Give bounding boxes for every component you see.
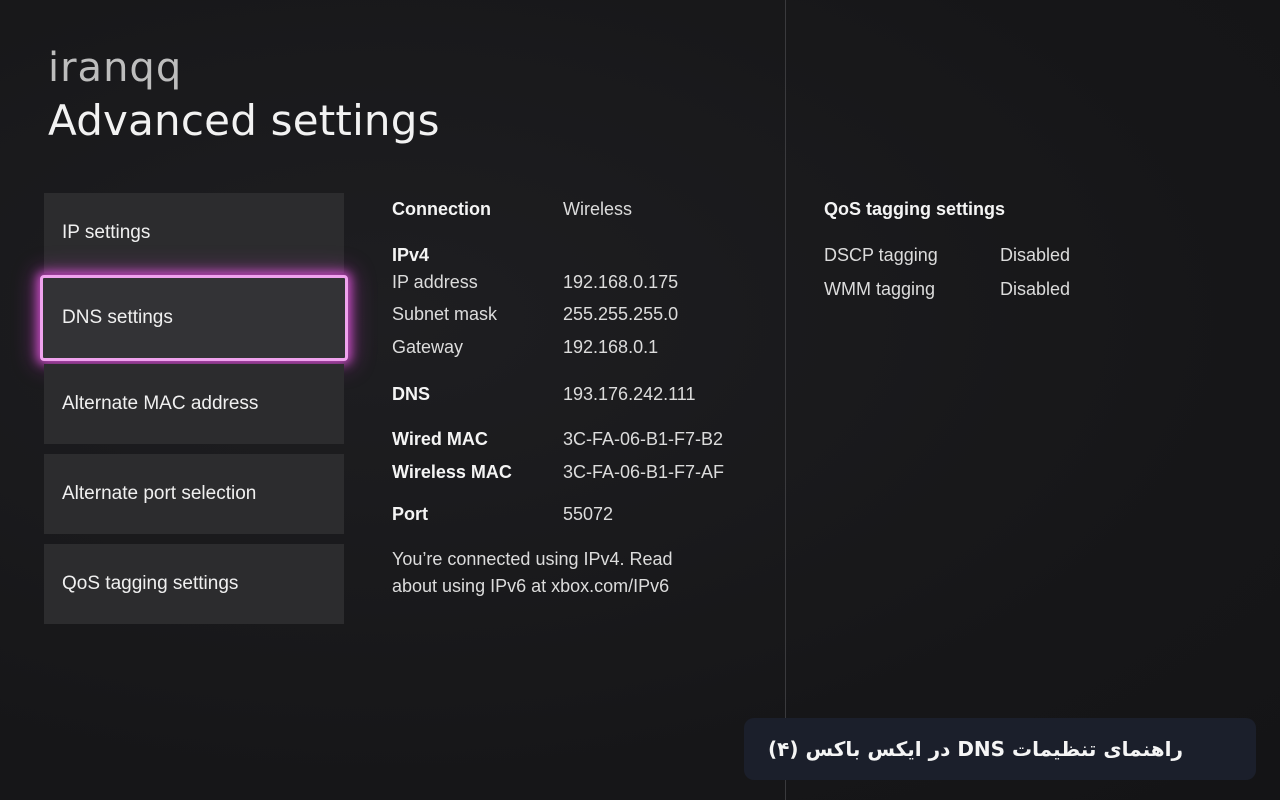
- port-label: Port: [392, 503, 428, 524]
- wired-mac-value: 3C-FA-06-B1-F7-B2: [563, 428, 724, 449]
- dscp-tagging-value: Disabled: [1000, 244, 1071, 265]
- dscp-tagging-row: DSCP tagging Disabled: [824, 242, 1194, 268]
- qos-title-row: QoS tagging settings: [824, 196, 1194, 222]
- wireless-mac-row: Wireless MAC 3C-FA-06-B1-F7-AF: [392, 459, 762, 485]
- ip-address-label: IP address: [392, 271, 478, 292]
- wmm-tagging-row: WMM tagging Disabled: [824, 276, 1194, 302]
- wmm-tagging-label: WMM tagging: [824, 278, 936, 299]
- panel-divider: [785, 0, 786, 800]
- wired-mac-label: Wired MAC: [392, 428, 488, 449]
- menu-item-label: Alternate port selection: [62, 483, 257, 504]
- subnet-mask-value: 255.255.255.0: [563, 303, 679, 324]
- menu-item-label: DNS settings: [62, 307, 173, 328]
- ipv6-info-note: You’re connected using IPv4. Read about …: [392, 546, 722, 600]
- ip-address-value: 192.168.0.175: [563, 271, 679, 292]
- caption-banner: راهنمای تنظیمات DNS در ایکس باکس (۴): [744, 718, 1256, 780]
- wired-mac-row: Wired MAC 3C-FA-06-B1-F7-B2: [392, 426, 762, 452]
- dns-value: 193.176.242.111: [563, 383, 696, 404]
- menu-item-qos-tagging-settings[interactable]: QoS tagging settings: [44, 544, 344, 624]
- menu-item-dns-settings[interactable]: DNS settings: [40, 275, 348, 361]
- dns-label: DNS: [392, 383, 431, 404]
- qos-title: QoS tagging settings: [824, 198, 1006, 219]
- wireless-mac-value: 3C-FA-06-B1-F7-AF: [563, 461, 725, 482]
- menu-item-label: Alternate MAC address: [62, 393, 259, 414]
- dns-row: DNS 193.176.242.111: [392, 381, 762, 407]
- ipv4-heading-row: IPv4: [392, 242, 762, 268]
- menu-item-label: IP settings: [62, 222, 151, 243]
- connection-value: Wireless: [563, 198, 633, 219]
- menu-item-alternate-mac-address[interactable]: Alternate MAC address: [44, 364, 344, 444]
- advanced-settings-screen: iranqq Advanced settings IP settings DNS…: [0, 0, 1280, 800]
- dscp-tagging-label: DSCP tagging: [824, 244, 938, 265]
- gateway-label: Gateway: [392, 336, 464, 357]
- connection-label: Connection: [392, 198, 491, 219]
- subnet-mask-label: Subnet mask: [392, 303, 498, 324]
- connection-row: Connection Wireless: [392, 196, 762, 222]
- subnet-mask-row: Subnet mask 255.255.255.0: [392, 301, 762, 327]
- ipv6-note-line-1: You’re connected using IPv4. Read: [392, 549, 673, 569]
- port-row: Port 55072: [392, 501, 762, 527]
- ip-address-row: IP address 192.168.0.175: [392, 269, 762, 295]
- gateway-row: Gateway 192.168.0.1: [392, 334, 762, 360]
- brand-logo: iranqq: [48, 45, 183, 91]
- ipv4-heading: IPv4: [392, 244, 430, 265]
- menu-item-ip-settings[interactable]: IP settings: [44, 193, 344, 273]
- wmm-tagging-value: Disabled: [1000, 278, 1071, 299]
- ipv6-note-line-2: about using IPv6 at xbox.com/IPv6: [392, 576, 670, 596]
- gateway-value: 192.168.0.1: [563, 336, 659, 357]
- caption-text: راهنمای تنظیمات DNS در ایکس باکس (۴): [768, 737, 1183, 761]
- page-title: Advanced settings: [48, 96, 440, 145]
- menu-item-alternate-port-selection[interactable]: Alternate port selection: [44, 454, 344, 534]
- port-value: 55072: [563, 503, 614, 524]
- wireless-mac-label: Wireless MAC: [392, 461, 512, 482]
- menu-item-label: QoS tagging settings: [62, 573, 239, 594]
